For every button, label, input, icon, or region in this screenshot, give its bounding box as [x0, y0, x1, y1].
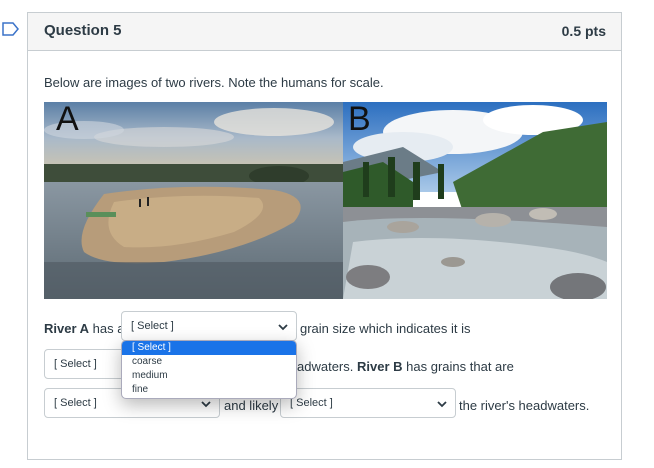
river-a-image: A [44, 102, 343, 299]
question-header: Question 5 0.5 pts [28, 13, 621, 51]
chevron-down-icon [278, 324, 288, 331]
chevron-down-icon [437, 401, 447, 408]
river-a-text: River A has a [44, 321, 124, 336]
image-a-label: A [56, 102, 79, 138]
dropdown-option-medium[interactable]: medium [122, 369, 296, 383]
question-title: Question 5 [44, 22, 122, 39]
river-b-image: B [343, 102, 607, 299]
rivers-headwaters-text: the river's headwaters. [459, 398, 590, 413]
grain-size-text: grain size which indicates it is [300, 321, 471, 336]
question-prompt: Below are images of two rivers. Note the… [44, 75, 384, 90]
dropdown-option-select[interactable]: [ Select ] [122, 341, 296, 355]
river-a-location-select-value: [ Select ] [54, 358, 97, 370]
bookmark-flag-icon[interactable] [2, 22, 20, 36]
and-likely-text: and likely [224, 398, 279, 413]
river-b-grain-select-value: [ Select ] [54, 397, 97, 409]
dropdown-option-coarse[interactable]: coarse [122, 355, 296, 369]
grain-size-select-value: [ Select ] [131, 320, 174, 332]
headwaters-fragment: adwaters. [297, 359, 354, 374]
river-a-bold: River A [44, 321, 90, 336]
question-points: 0.5 pts [561, 23, 606, 39]
dropdown-option-fine[interactable]: fine [122, 383, 296, 397]
river-b-location-select[interactable]: [ Select ] [280, 388, 456, 418]
grain-size-select[interactable]: [ Select ] [121, 311, 297, 341]
question-card: Question 5 0.5 pts Below are images of t… [27, 12, 622, 460]
has-grains-text: has grains that are [406, 359, 514, 374]
river-b-location-select-value: [ Select ] [290, 397, 333, 409]
has-a-text: has a [92, 321, 125, 336]
image-b-label: B [348, 102, 371, 138]
headwaters-text: adwaters. River B has grains that are [297, 359, 514, 374]
chevron-down-icon [201, 401, 211, 408]
grain-size-dropdown-list: [ Select ] coarse medium fine [121, 340, 297, 399]
river-b-bold: River B [357, 359, 403, 374]
river-a-location-select[interactable]: [ Select ] [44, 349, 130, 379]
